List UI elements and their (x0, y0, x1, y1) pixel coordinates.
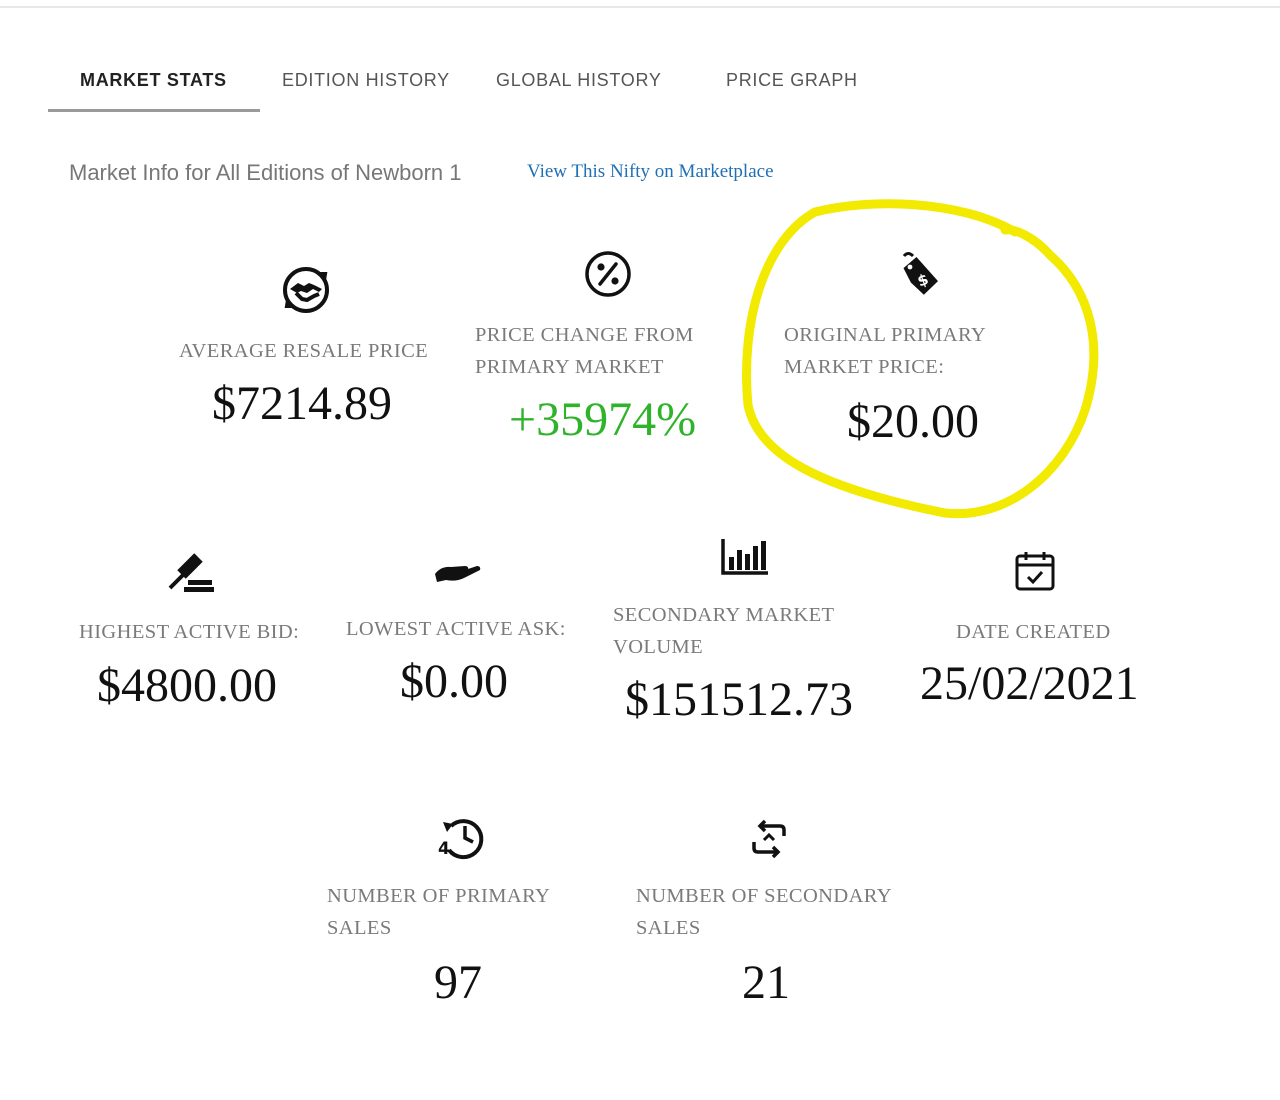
secondary-sales-label-line1: NUMBER OF SECONDARY (636, 885, 892, 907)
tab-global-history[interactable]: GLOBAL HISTORY (496, 70, 662, 91)
bar-chart-icon (720, 537, 770, 577)
market-info-title: Market Info for All Editions of Newborn … (69, 160, 462, 185)
active-tab-indicator (48, 109, 260, 112)
original-price-value: $20.00 (847, 395, 979, 448)
tab-price-graph[interactable]: PRICE GRAPH (726, 70, 858, 91)
history-icon: 4 (437, 816, 485, 860)
original-price-label-line2: MARKET PRICE: (784, 356, 945, 378)
price-change-label-line1: PRICE CHANGE FROM (475, 324, 694, 346)
gavel-icon (166, 550, 216, 594)
secondary-volume-label-line1: SECONDARY MARKET (613, 604, 835, 626)
hand-icon (432, 558, 482, 588)
view-on-marketplace-link[interactable]: View This Nifty on Marketplace (527, 161, 774, 183)
secondary-volume-label: SECONDARY MARKET VOLUME (613, 599, 834, 663)
original-price-label: ORIGINAL PRIMARY MARKET PRICE: (784, 319, 986, 383)
tab-edition-history[interactable]: EDITION HISTORY (282, 70, 450, 91)
tab-market-stats[interactable]: MARKET STATS (80, 70, 227, 91)
date-created-label: DATE CREATED (956, 621, 1111, 643)
lowest-ask-value: $0.00 (400, 655, 508, 708)
svg-text:4: 4 (438, 839, 450, 859)
top-divider (0, 6, 1280, 8)
primary-sales-value: 97 (434, 956, 482, 1009)
primary-sales-label-line2: SALES (327, 917, 392, 939)
highest-bid-label: HIGHEST ACTIVE BID: (79, 621, 300, 643)
secondary-sales-label-line2: SALES (636, 917, 701, 939)
highest-bid-value: $4800.00 (97, 659, 277, 712)
handshake-icon (281, 265, 331, 315)
lowest-ask-label: LOWEST ACTIVE ASK: (346, 618, 566, 640)
date-created-value: 25/02/2021 (920, 657, 1139, 710)
price-tag-icon: $ (895, 250, 939, 302)
secondary-sales-value: 21 (742, 956, 790, 1009)
secondary-sales-label: NUMBER OF SECONDARY SALES (636, 880, 892, 944)
price-change-label-line2: PRIMARY MARKET (475, 356, 664, 378)
price-change-value: +35974% (509, 393, 697, 446)
original-price-label-line1: ORIGINAL PRIMARY (784, 324, 987, 346)
exchange-icon (750, 818, 788, 860)
primary-sales-label: NUMBER OF PRIMARY SALES (327, 880, 550, 944)
price-change-label: PRICE CHANGE FROM PRIMARY MARKET (475, 319, 694, 383)
primary-sales-label-line1: NUMBER OF PRIMARY (327, 885, 551, 907)
secondary-volume-label-line2: VOLUME (613, 636, 704, 658)
average-resale-price-value: $7214.89 (212, 377, 392, 430)
calendar-icon (1014, 550, 1056, 592)
average-resale-price-label: AVERAGE RESALE PRICE (179, 340, 429, 362)
percent-icon (584, 250, 632, 298)
secondary-volume-value: $151512.73 (625, 673, 853, 726)
